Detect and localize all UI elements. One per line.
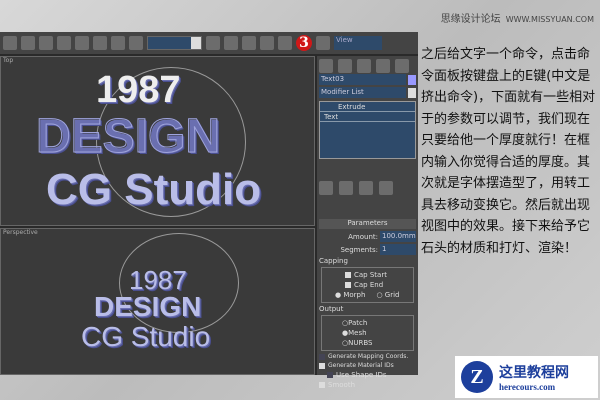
- viewport-label: Top: [3, 57, 14, 64]
- stack-item-extrude[interactable]: Extrude: [320, 102, 415, 112]
- text-1987: 1987: [96, 69, 181, 111]
- segments-label: Segments:: [340, 245, 378, 254]
- z-logo-icon: Z: [461, 361, 493, 393]
- viewport-perspective[interactable]: Perspective 1987 DESIGN CG Studio: [0, 228, 315, 375]
- mesh-radio[interactable]: ● Mesh: [342, 329, 410, 337]
- 3dsmax-window: 3 View Top 1987 DESIGN CG Studio Perspec…: [0, 32, 418, 389]
- logo-url: herecours.com: [499, 382, 556, 392]
- amount-label: Amount:: [348, 232, 378, 241]
- text-design: DESIGN: [35, 110, 221, 164]
- logo-name: 这里教程网: [499, 365, 569, 381]
- text-design: DESIGN: [94, 291, 202, 322]
- panel-tabs: [319, 59, 416, 73]
- modify-tab-icon[interactable]: [338, 59, 352, 73]
- viewport-top[interactable]: Top 1987 DESIGN CG Studio: [0, 56, 315, 226]
- named-selection-dropdown[interactable]: [147, 36, 202, 50]
- object-name-field[interactable]: Text03: [319, 74, 406, 85]
- show-end-result-icon[interactable]: [339, 181, 353, 195]
- watermark: 思缘设计论坛 WWW.MISSYUAN.COM: [441, 10, 594, 25]
- motion-tab-icon[interactable]: [376, 59, 390, 73]
- stack-buttons: [319, 181, 416, 195]
- nurbs-radio[interactable]: ○ NURBS: [342, 339, 410, 347]
- watermark-url: WWW.MISSYUAN.COM: [505, 15, 594, 24]
- mirror-icon[interactable]: [206, 36, 220, 50]
- output-label: Output: [319, 305, 344, 313]
- watermark-cn: 思缘设计论坛: [440, 14, 501, 25]
- object-color-swatch[interactable]: [408, 74, 416, 85]
- command-panel: Text03 Modifier List Extrude Text Parame…: [317, 56, 418, 389]
- step-badge: 3: [296, 35, 312, 51]
- main-toolbar: 3 View: [0, 32, 418, 54]
- parameters-rollout[interactable]: Parameters: [319, 219, 416, 229]
- percent-snap-icon[interactable]: [93, 36, 107, 50]
- smooth-checkbox[interactable]: Smooth: [319, 381, 416, 389]
- make-unique-icon[interactable]: [359, 181, 373, 195]
- named-sets-icon[interactable]: [129, 36, 143, 50]
- hierarchy-tab-icon[interactable]: [357, 59, 371, 73]
- amount-input[interactable]: 100.0mm: [380, 231, 416, 242]
- modifier-list-dropdown[interactable]: Modifier List: [319, 87, 406, 98]
- cap-end-checkbox[interactable]: Cap End: [325, 281, 410, 289]
- segments-input[interactable]: 1: [380, 244, 416, 255]
- edit-icon[interactable]: [39, 36, 53, 50]
- pin-stack-icon[interactable]: [319, 181, 333, 195]
- gen-matids-checkbox[interactable]: Generate Material IDs: [319, 362, 416, 369]
- select-icon[interactable]: [3, 36, 17, 50]
- render-view-dropdown[interactable]: View: [334, 36, 382, 50]
- viewport-label: Perspective: [3, 229, 38, 236]
- gen-mapping-checkbox[interactable]: Generate Mapping Coords.: [319, 353, 416, 360]
- chevron-down-icon[interactable]: [408, 87, 416, 98]
- morph-radio[interactable]: ● Morph: [335, 291, 365, 299]
- render-icon[interactable]: [316, 36, 330, 50]
- stack-item-text[interactable]: Text: [320, 112, 415, 122]
- output-group: ○ Patch ● Mesh ○ NURBS: [321, 315, 414, 351]
- create-tab-icon[interactable]: [319, 59, 333, 73]
- chevron-down-icon: [191, 37, 201, 49]
- modifier-stack: Extrude Text: [319, 101, 416, 159]
- snap-icon[interactable]: [57, 36, 71, 50]
- site-logo: Z 这里教程网 herecours.com: [455, 356, 598, 398]
- remove-modifier-icon[interactable]: [379, 181, 393, 195]
- text-cg-studio: CG Studio: [46, 165, 262, 214]
- angle-snap-icon[interactable]: [75, 36, 89, 50]
- spinner-icon[interactable]: [111, 36, 125, 50]
- spinner-snap-icon[interactable]: [21, 36, 35, 50]
- curve-editor-icon[interactable]: [260, 36, 274, 50]
- cap-start-checkbox[interactable]: Cap Start: [325, 271, 410, 279]
- display-tab-icon[interactable]: [395, 59, 409, 73]
- capping-label: Capping: [319, 257, 348, 265]
- instruction-text: 之后给文字一个命令，点击命令面板按键盘上的E键(中文是挤出命令)，下面就有一些相…: [421, 47, 596, 256]
- use-shape-ids-checkbox[interactable]: Use Shape IDs: [319, 371, 416, 379]
- grid-radio[interactable]: ○ Grid: [376, 291, 399, 299]
- text-cg-studio: CG Studio: [81, 321, 211, 352]
- layers-icon[interactable]: [242, 36, 256, 50]
- capping-group: Cap Start Cap End ● Morph ○ Grid: [321, 267, 414, 303]
- patch-radio[interactable]: ○ Patch: [342, 319, 410, 327]
- align-icon[interactable]: [224, 36, 238, 50]
- schematic-icon[interactable]: [278, 36, 292, 50]
